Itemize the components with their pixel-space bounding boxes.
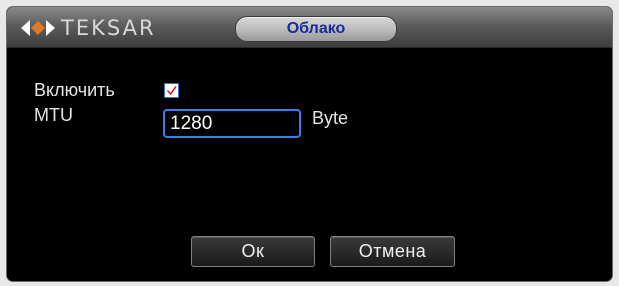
enable-label: Включить [34, 80, 115, 100]
enable-checkbox[interactable] [164, 83, 179, 98]
ok-button[interactable]: Ок [191, 236, 315, 267]
cancel-button[interactable]: Отмена [330, 236, 455, 267]
title-bar: TEKSAR Облако [7, 7, 612, 48]
checkmark-icon [166, 86, 177, 96]
mtu-unit-label: Byte [312, 108, 349, 128]
mtu-input[interactable] [163, 109, 301, 138]
dialog-title: Облако [235, 16, 397, 42]
brand-logo: TEKSAR [21, 17, 156, 39]
dialog-content: Включить MTU Byte Ок Отмена [7, 48, 612, 281]
cloud-settings-dialog: TEKSAR Облако Включить MTU Byte Ок Отмен… [6, 6, 613, 282]
diamond-arrows-logo-icon [21, 18, 55, 38]
mtu-label: MTU [34, 105, 73, 125]
brand-logo-text: TEKSAR [61, 16, 156, 40]
